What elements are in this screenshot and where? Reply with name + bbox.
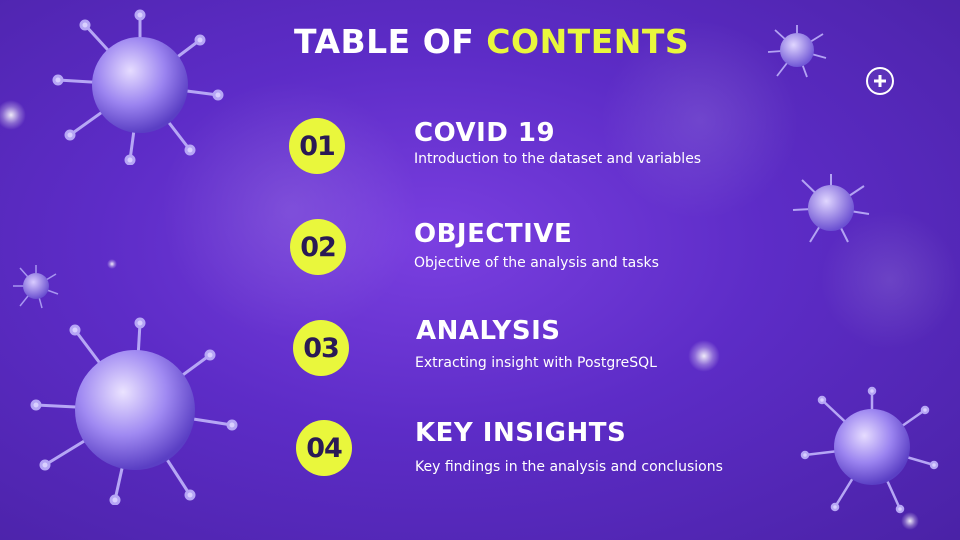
item-number-badge: 02	[290, 219, 346, 275]
item-description: Extracting insight with PostgreSQL	[415, 355, 657, 371]
virus-illustration	[792, 174, 870, 243]
item-description: Introduction to the dataset and variable…	[414, 151, 702, 167]
item-title: OBJECTIVE	[414, 219, 573, 249]
slide: TABLE OF CONTENTS 01 COVID 19 Introducti…	[0, 0, 960, 540]
plus-icon	[874, 75, 886, 87]
item-number-badge: 04	[296, 420, 352, 476]
bokeh-light	[0, 100, 26, 130]
add-button[interactable]	[866, 67, 894, 95]
page-title: TABLE OF CONTENTS	[294, 22, 689, 61]
item-description: Key findings in the analysis and conclus…	[415, 459, 723, 475]
item-number-badge: 03	[293, 320, 349, 376]
item-title: ANALYSIS	[416, 316, 561, 346]
item-title: COVID 19	[414, 118, 556, 148]
virus-illustration	[52, 9, 224, 165]
virus-illustration	[30, 317, 238, 505]
virus-illustration	[800, 386, 939, 514]
item-description: Objective of the analysis and tasks	[414, 255, 659, 271]
title-main: TABLE OF	[294, 22, 475, 61]
item-title: KEY INSIGHTS	[415, 418, 627, 448]
bokeh-light	[688, 340, 720, 372]
virus-illustration	[13, 265, 59, 309]
title-accent: CONTENTS	[486, 22, 690, 61]
bokeh-light	[107, 259, 117, 269]
virus-illustration	[767, 25, 827, 78]
item-number-badge: 01	[289, 118, 345, 174]
